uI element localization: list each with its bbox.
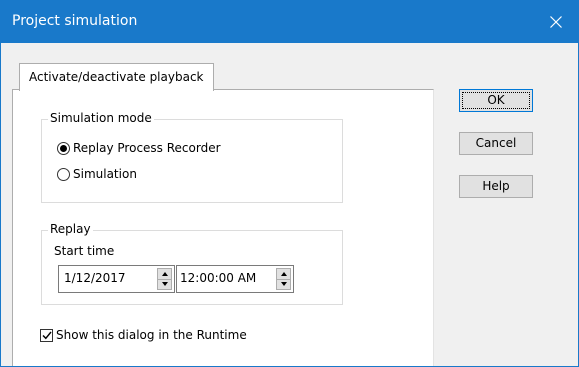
radio-unselected-indicator <box>57 167 70 181</box>
date-picker[interactable]: 1/12/2017 <box>58 265 175 293</box>
cancel-button-label: Cancel <box>475 136 517 150</box>
start-time-label: Start time <box>54 244 115 258</box>
tab-panel: Simulation mode Replay Process Recorder … <box>12 89 434 366</box>
simulation-mode-label: Simulation mode <box>48 111 154 125</box>
title-bar[interactable]: Project simulation <box>1 1 578 43</box>
radio-replay-process-recorder-label: Replay Process Recorder <box>73 141 221 155</box>
show-dialog-in-runtime-checkbox[interactable]: Show this dialog in the Runtime <box>40 328 247 342</box>
date-spin-button[interactable] <box>157 268 172 290</box>
spin-down-icon[interactable] <box>158 279 171 289</box>
date-value: 1/12/2017 <box>64 271 126 285</box>
help-button[interactable]: Help <box>459 175 533 198</box>
ok-button[interactable]: OK <box>459 89 533 112</box>
checkbox-checked-indicator <box>40 328 53 342</box>
spin-down-icon[interactable] <box>277 279 290 289</box>
simulation-mode-group: Simulation mode Replay Process Recorder … <box>41 111 343 203</box>
radio-simulation-label: Simulation <box>73 167 137 181</box>
checkmark-icon <box>42 331 52 339</box>
focus-rectangle <box>462 92 530 109</box>
help-button-label: Help <box>482 179 510 193</box>
cancel-button[interactable]: Cancel <box>459 132 533 155</box>
close-button[interactable] <box>534 1 578 43</box>
window-title: Project simulation <box>12 13 138 29</box>
radio-simulation[interactable]: Simulation <box>57 167 137 181</box>
replay-group: Replay Start time 1/12/2017 12:00:00 AM <box>41 222 343 305</box>
tab-activate-deactivate-playback[interactable]: Activate/deactivate playback <box>19 63 214 91</box>
time-value: 12:00:00 AM <box>180 271 257 285</box>
time-spin-button[interactable] <box>276 268 291 290</box>
radio-replay-process-recorder[interactable]: Replay Process Recorder <box>57 141 221 155</box>
radio-selected-indicator <box>57 141 70 155</box>
close-icon <box>550 16 562 28</box>
time-picker[interactable]: 12:00:00 AM <box>176 265 294 293</box>
dialog-window: Project simulation Activate/deactivate p… <box>0 0 579 367</box>
show-dialog-in-runtime-label: Show this dialog in the Runtime <box>56 328 247 342</box>
replay-group-label: Replay <box>48 222 93 236</box>
dialog-client-area: Activate/deactivate playback Simulation … <box>1 43 578 366</box>
